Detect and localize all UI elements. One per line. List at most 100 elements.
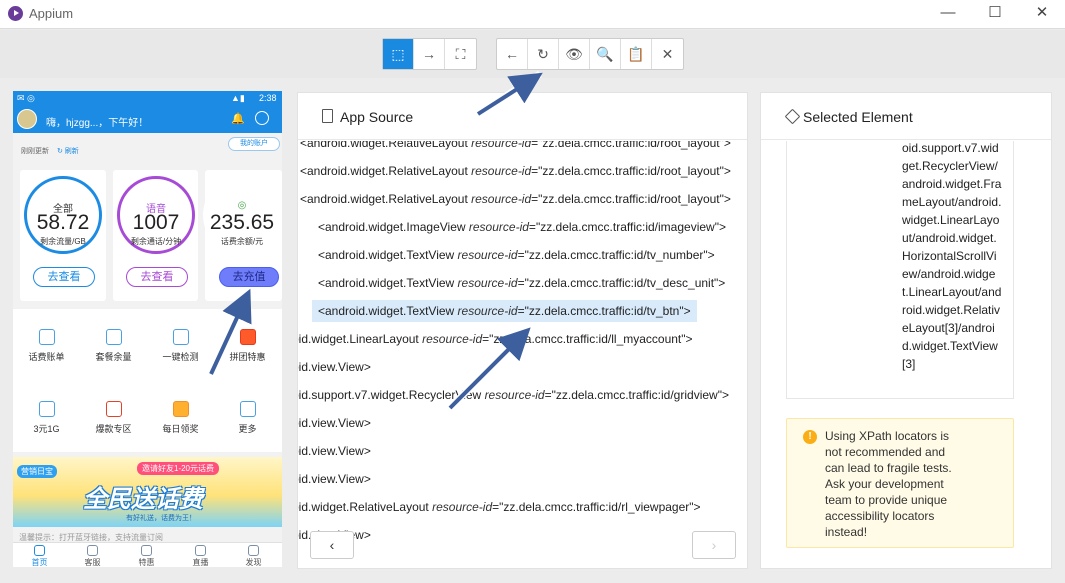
source-node[interactable]: <android.widget.RelativeLayout resource-… [300,188,731,210]
banner-title: 全民送话费 [83,486,203,513]
source-node[interactable]: oid.view.View> [298,412,371,434]
refresh-button[interactable]: ↻ [528,39,559,69]
source-node[interactable]: <android.widget.RelativeLayout resource-… [300,141,731,154]
warning-icon: ! [803,430,817,444]
node-tag: <android.widget.RelativeLayout [300,164,468,178]
feature-label: 每日领奖 [162,424,199,434]
node-attr-name: resource-id [468,220,529,234]
source-node[interactable]: oid.support.v7.widget.RecyclerView resou… [298,384,729,406]
tab-home[interactable]: 首页 [13,545,66,567]
feature-item[interactable]: 爆款专区 [80,401,147,435]
back-button[interactable]: ← [497,39,528,69]
selected-element-panel: Selected Element oid.support.v7.widget.R… [760,92,1052,569]
node-tag: <android.widget.RelativeLayout [300,141,468,150]
tab-live[interactable]: 直播 [174,545,227,567]
bill-icon [38,329,55,345]
node-attr-value: "zz.dela.cmcc.traffic:id/ll_myaccount"> [489,332,693,346]
updated-text: 刚刚更新 [21,148,49,155]
node-attr-name: resource-id [484,388,545,402]
xpath-value-box[interactable]: oid.support.v7.widget.RecyclerView/andro… [786,141,1014,399]
tap-coordinates-button[interactable]: ⛶ [445,39,476,69]
node-attr-value: "zz.dela.cmcc.traffic:id/gridview"> [551,388,729,402]
refresh-icon: ↻ [537,45,549,62]
app-source-panel: App Source <android.widget.RelativeLayou… [297,92,748,569]
node-attr-name: resource-id [457,248,518,262]
feature-item[interactable]: 套餐余量 [80,329,147,363]
close-button[interactable]: ✕ [1019,0,1065,28]
feature-item[interactable]: 3元1G [13,401,80,435]
source-node[interactable]: oid.view.View> [298,356,371,378]
search-button[interactable]: 🔍 [590,39,621,69]
feature-item[interactable]: 每日领奖 [147,401,214,435]
notification-icon: ✉ ◎ [17,93,35,103]
tag-icon [784,108,801,125]
prev-page-button[interactable]: ‹ [310,531,354,559]
feature-item[interactable]: 一键检测 [147,329,214,363]
swipe-button[interactable]: → [414,39,445,69]
feature-label: 3元1G [33,424,60,434]
node-tag: <android.widget.TextView [318,304,455,318]
refresh-link[interactable]: ↻ 刷新 [57,148,79,155]
node-attr-value: "zz.dela.cmcc.traffic:id/tv_number"> [524,248,715,262]
appium-logo-icon [8,6,23,21]
view-data-button[interactable]: 去查看 [33,267,95,287]
live-icon [195,545,206,556]
voice-ring: 语音 1007 剩余通话/分钟 [117,176,195,254]
selected-element-header: Selected Element [761,93,1051,140]
node-tag: oid.view.View> [298,444,371,458]
tip-text: 温馨提示：打开蓝牙链接，支持流量订阅 [19,533,163,542]
minimize-button[interactable]: — [925,0,971,28]
source-node[interactable]: oid.widget.RelativeLayout resource-id="z… [298,496,701,518]
show-hide-button[interactable]: 👁 [559,39,590,69]
source-node[interactable]: oid.view.View> [298,440,371,462]
feature-label: 一键检测 [162,352,199,362]
feature-label: 拼团特惠 [229,352,266,362]
source-node[interactable]: oid.widget.LinearLayout resource-id="zz.… [298,328,693,350]
balance-card: ◎ 235.65 话费余额/元 去充值 [203,170,282,301]
selected-element-title: Selected Element [803,109,913,125]
node-attr-name: resource-id [471,192,532,206]
source-node[interactable]: <android.widget.TextView resource-id="zz… [312,300,697,322]
source-node[interactable]: <android.widget.TextView resource-id="zz… [318,244,715,266]
quit-button[interactable]: ✕ [652,39,683,69]
check-icon [172,329,189,345]
my-account-button[interactable]: 我的账户 [228,137,280,151]
warning-text: Using XPath locators is not recommended … [825,429,952,539]
source-node[interactable]: oid.view.View> [298,468,371,490]
copy-xml-button[interactable]: 📋 [621,39,652,69]
swipe-icon: → [422,46,436,62]
node-tag: oid.view.View> [298,416,371,430]
maximize-button[interactable]: ☐ [972,0,1018,28]
recharge-button[interactable]: 去充值 [219,267,279,287]
device-screenshot[interactable]: ✉ ◎ ▲▮ 2:38 嗨，hjzgg...，下午好！ 🔔 刚刚更新 ↻ 刷新 … [13,91,282,567]
phone-status-bar: ✉ ◎ ▲▮ 2:38 [13,91,282,106]
tab-label: 首页 [31,558,48,567]
node-tag: <android.widget.TextView [318,276,455,290]
feature-item[interactable]: 更多 [214,401,281,435]
home-icon [34,545,45,556]
bell-icon[interactable]: 🔔 [231,112,245,125]
feature-item[interactable]: 拼团特惠 [214,329,281,363]
source-node[interactable]: <android.widget.ImageView resource-id="z… [318,216,726,238]
view-voice-button[interactable]: 去查看 [126,267,188,287]
window-title: Appium [29,6,74,21]
avatar[interactable] [17,109,37,129]
promo-banner[interactable]: 营销日宝 邀请好友1-20元话费 全民送话费 有好礼送，话费为王！ [13,457,282,527]
reward-icon [172,401,189,417]
tab-discover[interactable]: 发现 [227,545,280,567]
tab-service[interactable]: 客服 [66,545,119,567]
file-icon [322,109,333,123]
source-node[interactable]: <android.widget.RelativeLayout resource-… [300,160,731,182]
tab-deals[interactable]: 特惠 [120,545,173,567]
balance-ring: ◎ 235.65 话费余额/元 [203,176,281,254]
node-attr-value: "zz.dela.cmcc.traffic:id/root_layout"> [538,164,731,178]
node-attr-name: resource-id [422,332,483,346]
select-element-button[interactable]: ⬚ [383,39,414,69]
source-node[interactable]: <android.widget.TextView resource-id="zz… [318,272,725,294]
next-page-button[interactable]: › [692,531,736,559]
account-icon[interactable] [255,111,269,125]
gift-data-icon [38,401,55,417]
status-time: 2:38 [259,93,277,103]
feature-item[interactable]: 话费账单 [13,329,80,363]
voice-card: 语音 1007 剩余通话/分钟 去查看 [113,170,198,301]
